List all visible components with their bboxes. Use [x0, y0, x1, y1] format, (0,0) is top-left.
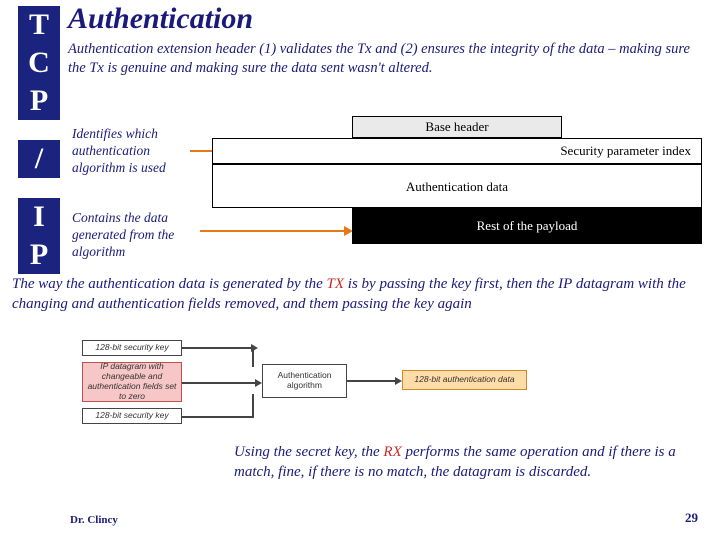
page-title: Authentication — [68, 2, 253, 36]
body-text-tx: The way the authentication data is gener… — [12, 275, 708, 314]
diagram-payload: Rest of the payload — [352, 208, 702, 244]
arrow-line — [252, 347, 254, 367]
sidebar-letter: / — [18, 140, 60, 178]
rx-label: RX — [383, 444, 401, 460]
diagram-auth-data: Authentication data — [212, 164, 702, 208]
sidebar-letter: I — [18, 198, 60, 236]
page-number: 29 — [685, 510, 698, 526]
arrow-line — [182, 416, 252, 418]
arrow-icon — [347, 380, 396, 382]
flow-algorithm: Authentication algorithm — [262, 364, 347, 398]
flow-key-bottom: 128-bit security key — [82, 408, 182, 424]
tx-label: TX — [327, 276, 345, 292]
arrow-icon — [182, 347, 252, 349]
diagram-spi: Security parameter index — [212, 138, 702, 164]
flow-output: 128-bit authentication data — [402, 370, 527, 390]
arrow-line — [252, 394, 254, 418]
callout-data: Contains the data generated from the alg… — [72, 210, 202, 261]
sidebar-tcpip: T C P / I P — [18, 6, 60, 274]
footer-author: Dr. Clincy — [70, 514, 118, 526]
subtitle: Authentication extension header (1) vali… — [68, 40, 698, 78]
flow-key-top: 128-bit security key — [82, 340, 182, 356]
arrow-icon — [182, 382, 256, 384]
flow-ip-datagram: IP datagram with changeable and authenti… — [82, 362, 182, 402]
diagram-base-header: Base header — [352, 116, 562, 138]
callout-algorithm: Identifies which authentication algorith… — [72, 126, 192, 177]
sidebar-letter: C — [18, 44, 60, 82]
sidebar-letter: P — [18, 236, 60, 274]
sidebar-letter: P — [18, 82, 60, 120]
body-text-rx: Using the secret key, the RX performs th… — [234, 443, 706, 482]
sidebar-letter: T — [18, 6, 60, 44]
flow-diagram: 128-bit security key IP datagram with ch… — [82, 340, 512, 435]
packet-diagram: Base header Security parameter index Aut… — [212, 116, 702, 244]
